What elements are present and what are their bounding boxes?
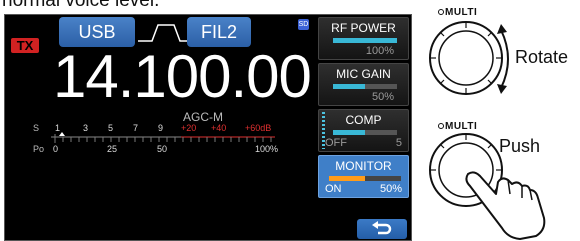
return-arrow-icon bbox=[372, 221, 392, 235]
mic-gain-level-bar bbox=[333, 84, 397, 89]
po-tick-label: 0 bbox=[53, 144, 58, 154]
s-tick-label: +20 bbox=[181, 123, 196, 133]
transceiver-screen: TX USB FIL2 SD 14.100.00 AGC-M S 1 3 5 7… bbox=[4, 14, 412, 241]
rf-power-value: 100% bbox=[365, 45, 394, 57]
s-tick-label: +40 bbox=[211, 123, 226, 133]
s-tick-label: 1 bbox=[55, 123, 60, 133]
rotate-arrow-icon bbox=[497, 24, 509, 94]
s-tick-label: 9 bbox=[158, 123, 163, 133]
multi-label-top: MULTI bbox=[438, 7, 477, 18]
multi-dot-icon bbox=[438, 9, 444, 15]
monitor-label: MONITOR bbox=[335, 159, 392, 173]
comp-button[interactable]: COMP OFF 5 bbox=[318, 109, 409, 152]
monitor-level-bar bbox=[329, 176, 401, 181]
mic-gain-button[interactable]: MIC GAIN 50% bbox=[318, 63, 409, 106]
rf-power-label: RF POWER bbox=[331, 21, 396, 35]
sd-card-icon: SD bbox=[298, 19, 309, 30]
s-meter-label: S bbox=[33, 123, 39, 133]
po-meter-label: Po bbox=[33, 144, 44, 154]
comp-state: OFF bbox=[325, 137, 347, 149]
frequency-readout[interactable]: 14.100.00 bbox=[53, 47, 312, 107]
comp-label: COMP bbox=[345, 113, 382, 127]
mic-gain-value: 50% bbox=[371, 91, 394, 103]
caption-text: normal voice level. bbox=[2, 0, 160, 11]
monitor-state: ON bbox=[325, 183, 342, 195]
po-tick-label: 100% bbox=[255, 144, 278, 154]
filter-passband-icon bbox=[138, 24, 193, 42]
push-label: Push bbox=[499, 136, 541, 156]
multi-knob-rotate[interactable] bbox=[428, 18, 508, 98]
tx-indicator-badge: TX bbox=[11, 38, 39, 53]
monitor-button[interactable]: MONITOR ON 50% bbox=[318, 155, 409, 198]
comp-level-bar bbox=[333, 130, 397, 135]
back-button[interactable] bbox=[357, 219, 407, 239]
rf-power-button[interactable]: RF POWER 100% bbox=[318, 17, 409, 60]
mic-gain-label: MIC GAIN bbox=[336, 67, 391, 81]
pushing-hand-icon bbox=[465, 171, 546, 240]
s-tick-label: 5 bbox=[108, 123, 113, 133]
rotate-label: Rotate bbox=[515, 47, 569, 67]
multi-dot-icon bbox=[438, 123, 444, 129]
signal-meter: S 1 3 5 7 9 +20 +40 +60dB Po 0 25 50 100… bbox=[33, 123, 278, 154]
rf-power-level-bar bbox=[333, 38, 397, 43]
comp-value: 5 bbox=[395, 137, 402, 149]
monitor-value: 50% bbox=[379, 183, 402, 195]
po-tick-label: 50 bbox=[157, 144, 167, 154]
s-tick-label: +60dB bbox=[245, 123, 271, 133]
po-tick-label: 25 bbox=[107, 144, 117, 154]
s-tick-label: 7 bbox=[133, 123, 138, 133]
s-tick-label: 3 bbox=[83, 123, 88, 133]
side-menu: RF POWER 100% MIC GAIN 50% COMP OFF 5 MO… bbox=[315, 15, 411, 240]
